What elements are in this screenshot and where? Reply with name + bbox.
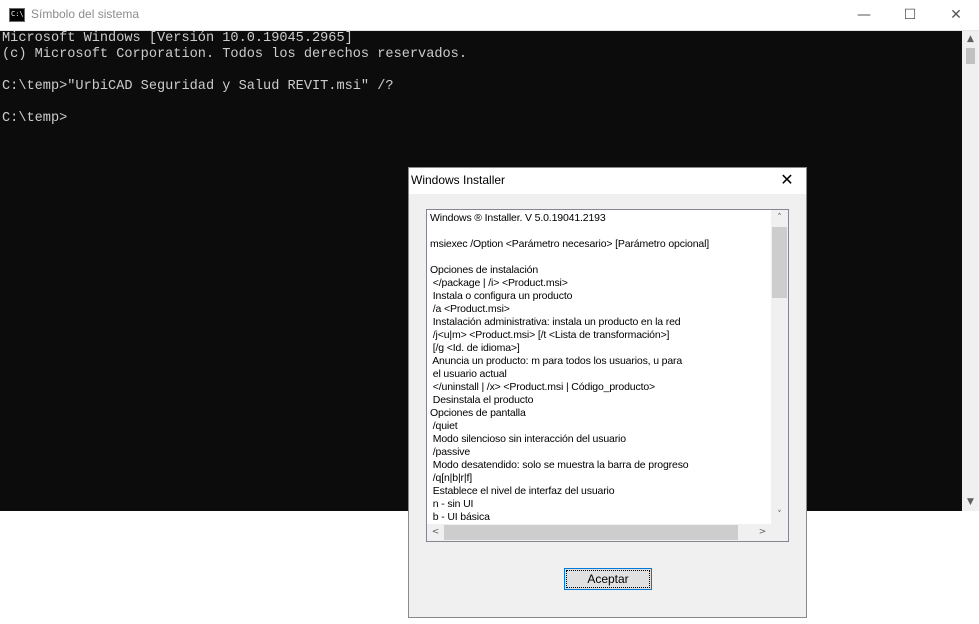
help-line: b - UI básica xyxy=(430,511,490,523)
scroll-down-chevron-icon[interactable]: ˅ xyxy=(771,507,788,524)
help-line: Establece el nivel de interfaz del usuar… xyxy=(430,485,615,497)
scroll-up-chevron-icon[interactable]: ˄ xyxy=(771,210,788,227)
help-line: el usuario actual xyxy=(430,368,507,380)
help-text-box[interactable]: Windows ® Installer. V 5.0.19041.2193 ms… xyxy=(426,209,789,542)
scrollbar-corner xyxy=(771,524,788,541)
scroll-left-chevron-icon[interactable]: < xyxy=(427,524,444,541)
scroll-up-arrow-icon[interactable]: ▲ xyxy=(962,31,979,48)
console-line: Microsoft Windows [Versión 10.0.19045.29… xyxy=(2,31,353,46)
help-line: n - sin UI xyxy=(430,498,474,510)
help-line: Anuncia un producto: m para todos los us… xyxy=(430,355,683,367)
console-line: (c) Microsoft Corporation. Todos los der… xyxy=(2,47,467,62)
help-line: /passive xyxy=(430,446,471,458)
minimize-button[interactable]: — xyxy=(841,0,887,30)
accept-button[interactable]: Aceptar xyxy=(564,568,652,590)
help-horizontal-scrollbar[interactable]: < > xyxy=(427,524,771,541)
help-line: </uninstall | /x> <Product.msi | Código_… xyxy=(430,381,656,393)
console-prompt: C:\temp> xyxy=(2,111,68,126)
console-titlebar[interactable]: C:\ Símbolo del sistema — ☐ ✕ xyxy=(0,0,979,31)
scroll-down-arrow-icon[interactable]: ▼ xyxy=(962,494,979,511)
help-line: /j<u|m> <Product.msi> [/t <Lista de tran… xyxy=(430,329,670,341)
scroll-right-chevron-icon[interactable]: > xyxy=(754,524,771,541)
help-line: Desinstala el producto xyxy=(430,394,534,406)
vertical-scroll-thumb[interactable] xyxy=(772,227,787,298)
window-title: Símbolo del sistema xyxy=(31,7,140,21)
dialog-close-button[interactable]: ✕ xyxy=(772,168,802,194)
dialog-titlebar[interactable]: Windows Installer ✕ xyxy=(409,168,806,194)
help-line: /a <Product.msi> xyxy=(430,303,510,315)
help-line xyxy=(430,225,770,238)
help-vertical-scrollbar[interactable]: ˄ ˅ xyxy=(771,210,788,524)
scroll-thumb[interactable] xyxy=(966,48,975,64)
help-line: Instalación administrativa: instala un p… xyxy=(430,316,681,328)
help-line: Instala o configura un producto xyxy=(430,290,573,302)
windows-installer-dialog: Windows Installer ✕ Windows ® Installer.… xyxy=(408,167,807,618)
help-line: /quiet xyxy=(430,420,458,432)
help-line: Opciones de instalación xyxy=(430,264,539,276)
horizontal-scroll-thumb[interactable] xyxy=(444,525,738,540)
cmd-icon: C:\ xyxy=(9,8,25,22)
help-line: </package | /i> <Product.msi> xyxy=(430,277,568,289)
maximize-button[interactable]: ☐ xyxy=(887,0,933,30)
help-line: Windows ® Installer. V 5.0.19041.2193 xyxy=(430,212,606,224)
help-line: msiexec /Option <Parámetro necesario> [P… xyxy=(430,238,710,250)
help-line xyxy=(430,251,770,264)
console-vertical-scrollbar[interactable]: ▲ ▼ xyxy=(962,31,979,511)
console-line: C:\temp>"UrbiCAD Seguridad y Salud REVIT… xyxy=(2,79,394,94)
help-line: Modo desatendido: solo se muestra la bar… xyxy=(430,459,689,471)
dialog-title: Windows Installer xyxy=(411,173,506,187)
help-line: Opciones de pantalla xyxy=(430,407,526,419)
help-line: Modo silencioso sin interacción del usua… xyxy=(430,433,626,445)
console-output[interactable]: Microsoft Windows [Versión 10.0.19045.29… xyxy=(2,31,467,127)
close-button[interactable]: ✕ xyxy=(933,0,979,30)
help-line: /q[n|b|r|f] xyxy=(430,472,472,484)
help-line: [/g <Id. de idioma>] xyxy=(430,342,520,354)
help-text: Windows ® Installer. V 5.0.19041.2193 ms… xyxy=(430,212,770,524)
